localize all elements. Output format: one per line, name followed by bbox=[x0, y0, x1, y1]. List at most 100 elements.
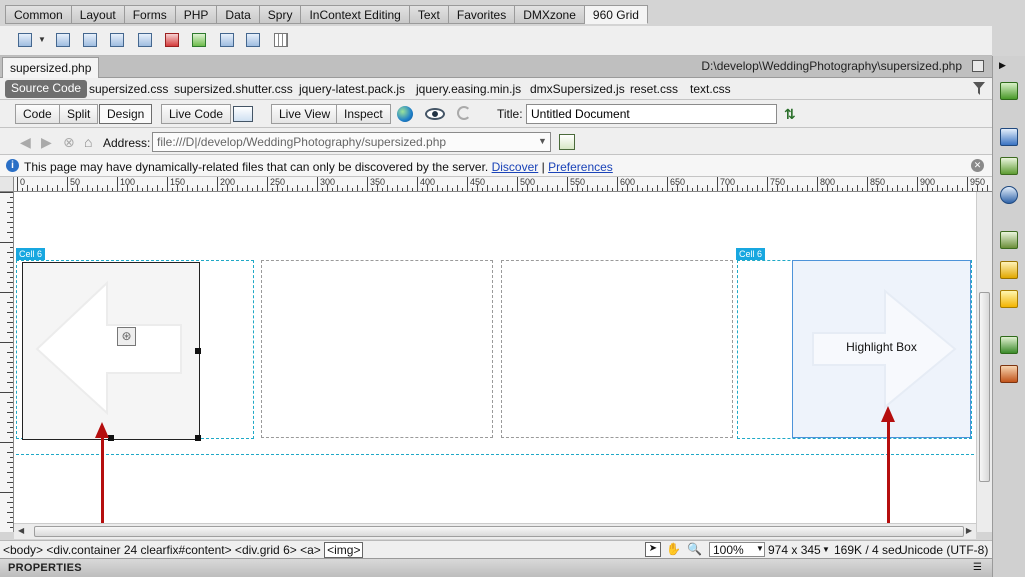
ruler-tick bbox=[622, 188, 623, 191]
forward-icon[interactable]: ▶ bbox=[41, 134, 52, 151]
horizontal-scroll-thumb[interactable] bbox=[34, 526, 964, 537]
insert-tab-960-grid[interactable]: 960 Grid bbox=[584, 5, 648, 24]
related-file-supersized-css[interactable]: supersized.css bbox=[89, 82, 168, 96]
discover-link[interactable]: Discover bbox=[492, 160, 539, 174]
properties-panel-header[interactable]: PROPERTIES ☰ bbox=[0, 558, 992, 577]
refresh-icon[interactable] bbox=[457, 106, 471, 120]
layout-insert-icon[interactable] bbox=[18, 33, 32, 47]
server-behaviors-icon[interactable] bbox=[1000, 290, 1018, 308]
insert-tab-common[interactable]: Common bbox=[5, 5, 72, 24]
restore-window-icon[interactable] bbox=[972, 60, 984, 72]
ruler-label: 400 bbox=[420, 177, 436, 187]
address-dropdown-icon[interactable]: ▼ bbox=[535, 132, 551, 152]
ruler-tick bbox=[667, 177, 668, 191]
inspect-button[interactable]: Inspect bbox=[336, 104, 391, 124]
live-code-button[interactable]: Live Code bbox=[161, 104, 232, 124]
grid-cell[interactable] bbox=[261, 260, 493, 438]
ruler-tick bbox=[10, 327, 13, 328]
hand-tool-icon[interactable]: ✋ bbox=[666, 542, 681, 556]
file-management-icon[interactable]: ⇅ bbox=[784, 106, 796, 123]
live-view-button[interactable]: Live View bbox=[271, 104, 339, 124]
flash-placeholder-icon: ⊛ bbox=[117, 327, 136, 346]
scroll-left-icon[interactable]: ◀ bbox=[18, 526, 24, 535]
related-file-reset-css[interactable]: reset.css bbox=[630, 82, 678, 96]
ruler-tick bbox=[252, 188, 253, 191]
scroll-right-icon[interactable]: ▶ bbox=[966, 526, 972, 535]
insert-tab-layout[interactable]: Layout bbox=[71, 5, 125, 24]
insert-tab-dmxzone[interactable]: DMXzone bbox=[515, 5, 585, 24]
related-file-jquery-easing-min-js[interactable]: jquery.easing.min.js bbox=[416, 82, 521, 96]
ruler-tick bbox=[10, 447, 13, 448]
files-icon[interactable] bbox=[1000, 336, 1018, 354]
related-file-text-css[interactable]: text.css bbox=[690, 82, 731, 96]
tag-selector[interactable]: <body> <div.container 24 clearfix#conten… bbox=[3, 542, 364, 558]
preferences-link[interactable]: Preferences bbox=[548, 160, 613, 174]
grid-column-icon[interactable] bbox=[110, 33, 124, 47]
preview-browser-icon[interactable] bbox=[397, 106, 413, 122]
resize-handle[interactable] bbox=[195, 348, 201, 354]
browse-options-icon[interactable] bbox=[559, 134, 575, 150]
databases-icon[interactable] bbox=[1000, 261, 1018, 279]
design-canvas[interactable]: Cell 6 Cell 6 ⊛ Highlight Box bbox=[14, 192, 976, 523]
resize-handle[interactable] bbox=[195, 435, 201, 441]
ruler-tick bbox=[10, 417, 13, 418]
behaviors-icon[interactable] bbox=[1000, 231, 1018, 249]
ruler-tick bbox=[10, 477, 13, 478]
ruler-corner[interactable] bbox=[0, 177, 14, 192]
css-styles-icon[interactable] bbox=[1000, 128, 1018, 146]
tag-path[interactable]: <body> <div.container 24 clearfix#conten… bbox=[3, 543, 321, 557]
code-view-button[interactable]: Code bbox=[15, 104, 60, 124]
related-file-jquery-latest-pack-js[interactable]: jquery-latest.pack.js bbox=[299, 82, 405, 96]
grid-overlay-icon[interactable] bbox=[274, 33, 288, 47]
insert-tab-forms[interactable]: Forms bbox=[124, 5, 176, 24]
selected-image[interactable]: ⊛ bbox=[22, 262, 201, 441]
insert-panel-icon[interactable] bbox=[1000, 82, 1018, 100]
ruler-tick bbox=[497, 185, 498, 191]
insert-tab-php[interactable]: PHP bbox=[175, 5, 218, 24]
insert-tab-favorites[interactable]: Favorites bbox=[448, 5, 516, 24]
design-view-button[interactable]: Design bbox=[99, 104, 153, 124]
stop-icon[interactable]: ⊗ bbox=[63, 134, 75, 151]
grid-pull-icon[interactable] bbox=[246, 33, 260, 47]
title-input[interactable] bbox=[526, 104, 777, 124]
pointer-tool-icon[interactable]: ➤ bbox=[645, 542, 661, 557]
source-code-tab[interactable]: Source Code bbox=[5, 80, 88, 98]
selected-tag[interactable]: <img> bbox=[324, 542, 364, 558]
dropdown-arrow-icon[interactable]: ▼ bbox=[38, 35, 46, 44]
zoom-tool-icon[interactable]: 🔍 bbox=[687, 542, 702, 556]
collapse-panels-icon[interactable]: ▶ bbox=[999, 60, 1006, 71]
vertical-scrollbar[interactable] bbox=[976, 192, 992, 532]
horizontal-scrollbar[interactable]: ◀ ▶ bbox=[14, 523, 976, 539]
address-input[interactable] bbox=[152, 132, 551, 152]
close-icon[interactable]: ✕ bbox=[971, 159, 984, 172]
grid-prefix-icon[interactable] bbox=[138, 33, 152, 47]
filter-icon[interactable] bbox=[973, 82, 985, 95]
grid-push-icon[interactable] bbox=[220, 33, 234, 47]
grid-clear-icon[interactable] bbox=[192, 33, 206, 47]
home-icon[interactable]: ⌂ bbox=[84, 134, 92, 150]
window-size-dropdown-icon[interactable]: ▼ bbox=[822, 545, 830, 554]
insert-tab-data[interactable]: Data bbox=[217, 5, 260, 24]
search-icon[interactable] bbox=[1000, 186, 1018, 204]
insert-tab-incontext-editing[interactable]: InContext Editing bbox=[301, 5, 410, 24]
grid-container-icon[interactable] bbox=[56, 33, 70, 47]
panel-menu-icon[interactable]: ☰ bbox=[973, 562, 982, 573]
related-file-supersized-shutter-css[interactable]: supersized.shutter.css bbox=[174, 82, 293, 96]
grid-add-icon[interactable] bbox=[83, 33, 97, 47]
ap-elements-icon[interactable] bbox=[1000, 157, 1018, 175]
assets-icon[interactable] bbox=[1000, 365, 1018, 383]
insert-tab-spry[interactable]: Spry bbox=[259, 5, 302, 24]
document-tab[interactable]: supersized.php bbox=[2, 57, 100, 78]
grid-cell[interactable] bbox=[501, 260, 733, 438]
zoom-dropdown-icon[interactable]: ▼ bbox=[756, 544, 764, 553]
split-view-button[interactable]: Split bbox=[59, 104, 99, 124]
visual-aids-icon[interactable] bbox=[425, 108, 445, 120]
insert-tab-text[interactable]: Text bbox=[409, 5, 449, 24]
vertical-scroll-thumb[interactable] bbox=[979, 292, 990, 482]
annotation-arrow-left bbox=[101, 436, 104, 523]
grid-suffix-icon[interactable] bbox=[165, 33, 179, 47]
window-size[interactable]: 974 x 345 bbox=[768, 543, 821, 557]
related-file-dmxsupersized-js[interactable]: dmxSupersized.js bbox=[530, 82, 625, 96]
back-icon[interactable]: ◀ bbox=[20, 134, 31, 151]
browser-check-icon[interactable] bbox=[233, 106, 253, 122]
